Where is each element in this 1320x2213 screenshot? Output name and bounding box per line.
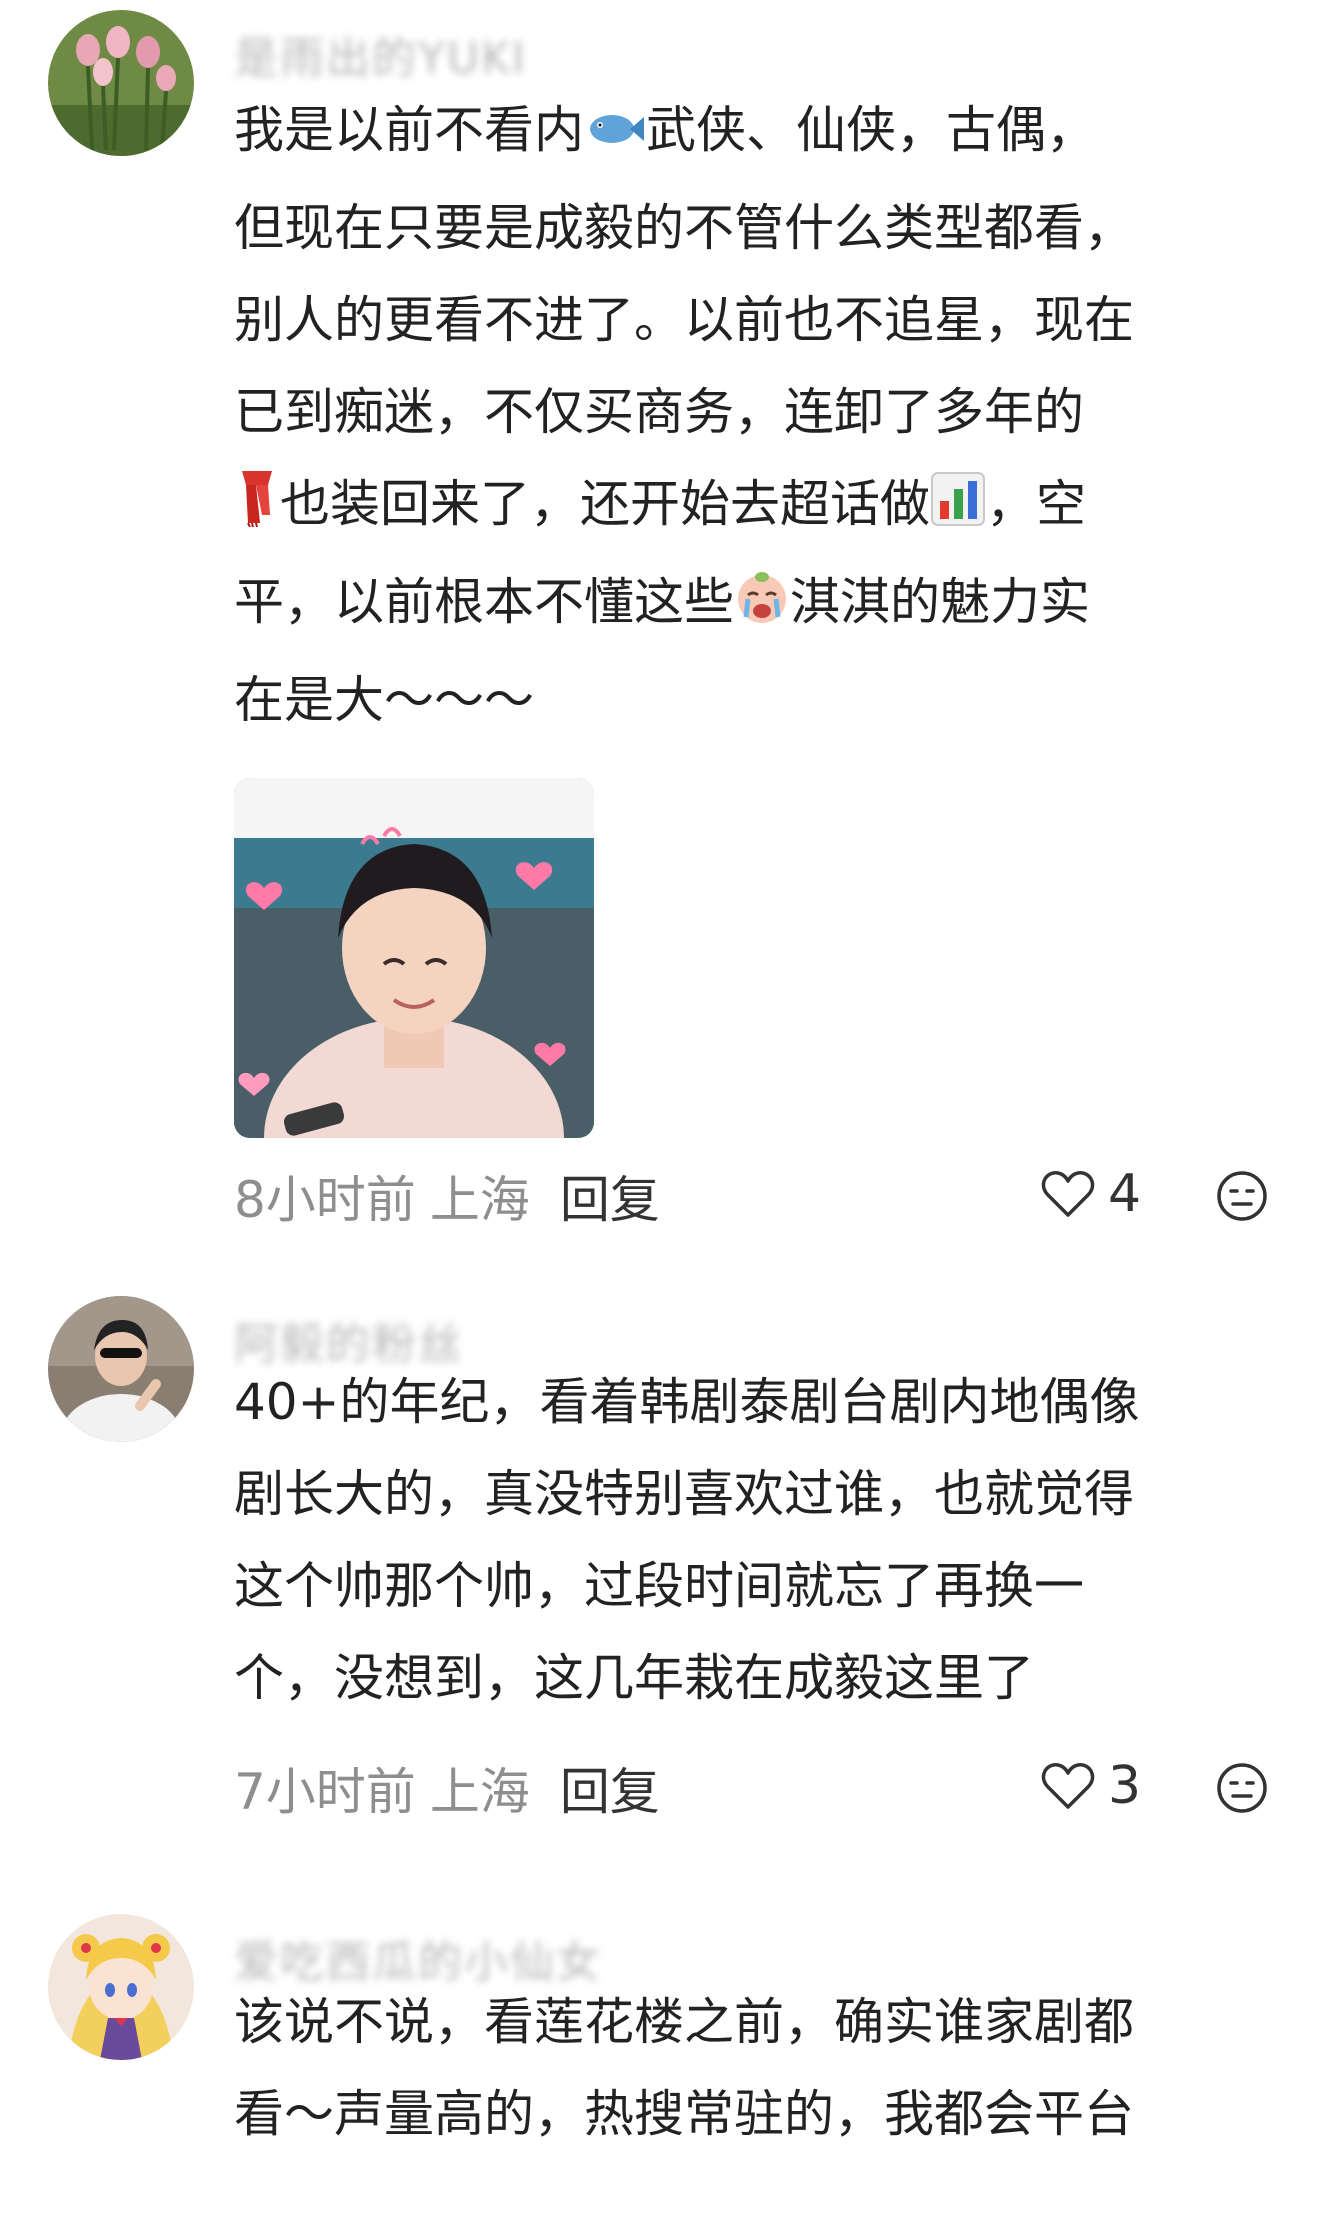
heart-outline-icon	[1041, 1171, 1095, 1217]
comment-line: 在是大～～～	[234, 671, 534, 729]
avatar[interactable]	[48, 1914, 194, 2060]
location: 上海	[429, 1171, 530, 1229]
comment-line: 我是以前不看内 武侠、仙侠，古偶，	[234, 84, 1274, 182]
red-scarf-emoji-icon	[234, 464, 280, 556]
avatar[interactable]	[48, 10, 194, 156]
reply-button[interactable]: 回复	[560, 1171, 660, 1229]
reply-button[interactable]: 回复	[560, 1763, 660, 1821]
comment-line: 看～声量高的，热搜常驻的，我都会平台	[234, 2085, 1134, 2143]
comment-text: 我是以前不看内 武侠、仙侠，古偶， 但现在只要是成毅的不管什么类型都看， 别人的更…	[234, 84, 1274, 746]
comment-line: 但现在只要是成毅的不管什么类型都看，	[234, 199, 1134, 257]
comment-text: 该说不说，看莲花楼之前，确实谁家剧都 看～声量高的，热搜常驻的，我都会平台	[234, 1976, 1274, 2160]
location: 上海	[429, 1763, 530, 1821]
timestamp: 7小时前	[234, 1763, 416, 1821]
dislike-button[interactable]	[1216, 1170, 1268, 1222]
like-button[interactable]: 3	[1040, 1756, 1141, 1816]
meh-face-icon	[1217, 1763, 1267, 1813]
username[interactable]: 是雨出的YUKI	[234, 22, 527, 86]
heart-outline-icon	[1041, 1763, 1095, 1809]
bar-chart-emoji-icon	[930, 464, 986, 556]
comment-line: 剧长大的，真没特别喜欢过谁，也就觉得	[234, 1465, 1134, 1523]
comment-photo[interactable]	[234, 778, 594, 1138]
meh-face-icon	[1217, 1171, 1267, 1221]
like-button[interactable]: 4	[1040, 1164, 1141, 1224]
comment-meta: 7小时前 上海 回复	[234, 1752, 660, 1824]
comment-line: 该说不说，看莲花楼之前，确实谁家剧都	[234, 1993, 1134, 2051]
comment-line: 已到痴迷，不仅买商务，连卸了多年的	[234, 383, 1084, 441]
comment-line: 个，没想到，这几年栽在成毅这里了	[234, 1649, 1034, 1707]
comment-line: 别人的更看不进了。以前也不追星，现在	[234, 291, 1134, 349]
comment-text: 40+的年纪，看着韩剧泰剧台剧内地偶像 剧长大的，真没特别喜欢过谁，也就觉得 这…	[234, 1356, 1274, 1724]
comment-meta: 8小时前 上海 回复	[234, 1160, 660, 1232]
comment-line: 40+的年纪，看着韩剧泰剧台剧内地偶像	[234, 1373, 1140, 1431]
dislike-button[interactable]	[1216, 1762, 1268, 1814]
like-count: 3	[1108, 1756, 1142, 1816]
fish-emoji-icon	[584, 90, 646, 182]
comment-line: 也装回来了，还开始去超话做 ，空	[234, 458, 1274, 556]
like-count: 4	[1108, 1164, 1142, 1224]
crying-face-emoji-icon	[734, 562, 790, 654]
comment-line: 这个帅那个帅，过段时间就忘了再换一	[234, 1557, 1084, 1615]
timestamp: 8小时前	[234, 1171, 416, 1229]
avatar[interactable]	[48, 1296, 194, 1442]
comment-line: 平，以前根本不懂这些 淇淇的魅力实	[234, 556, 1274, 654]
